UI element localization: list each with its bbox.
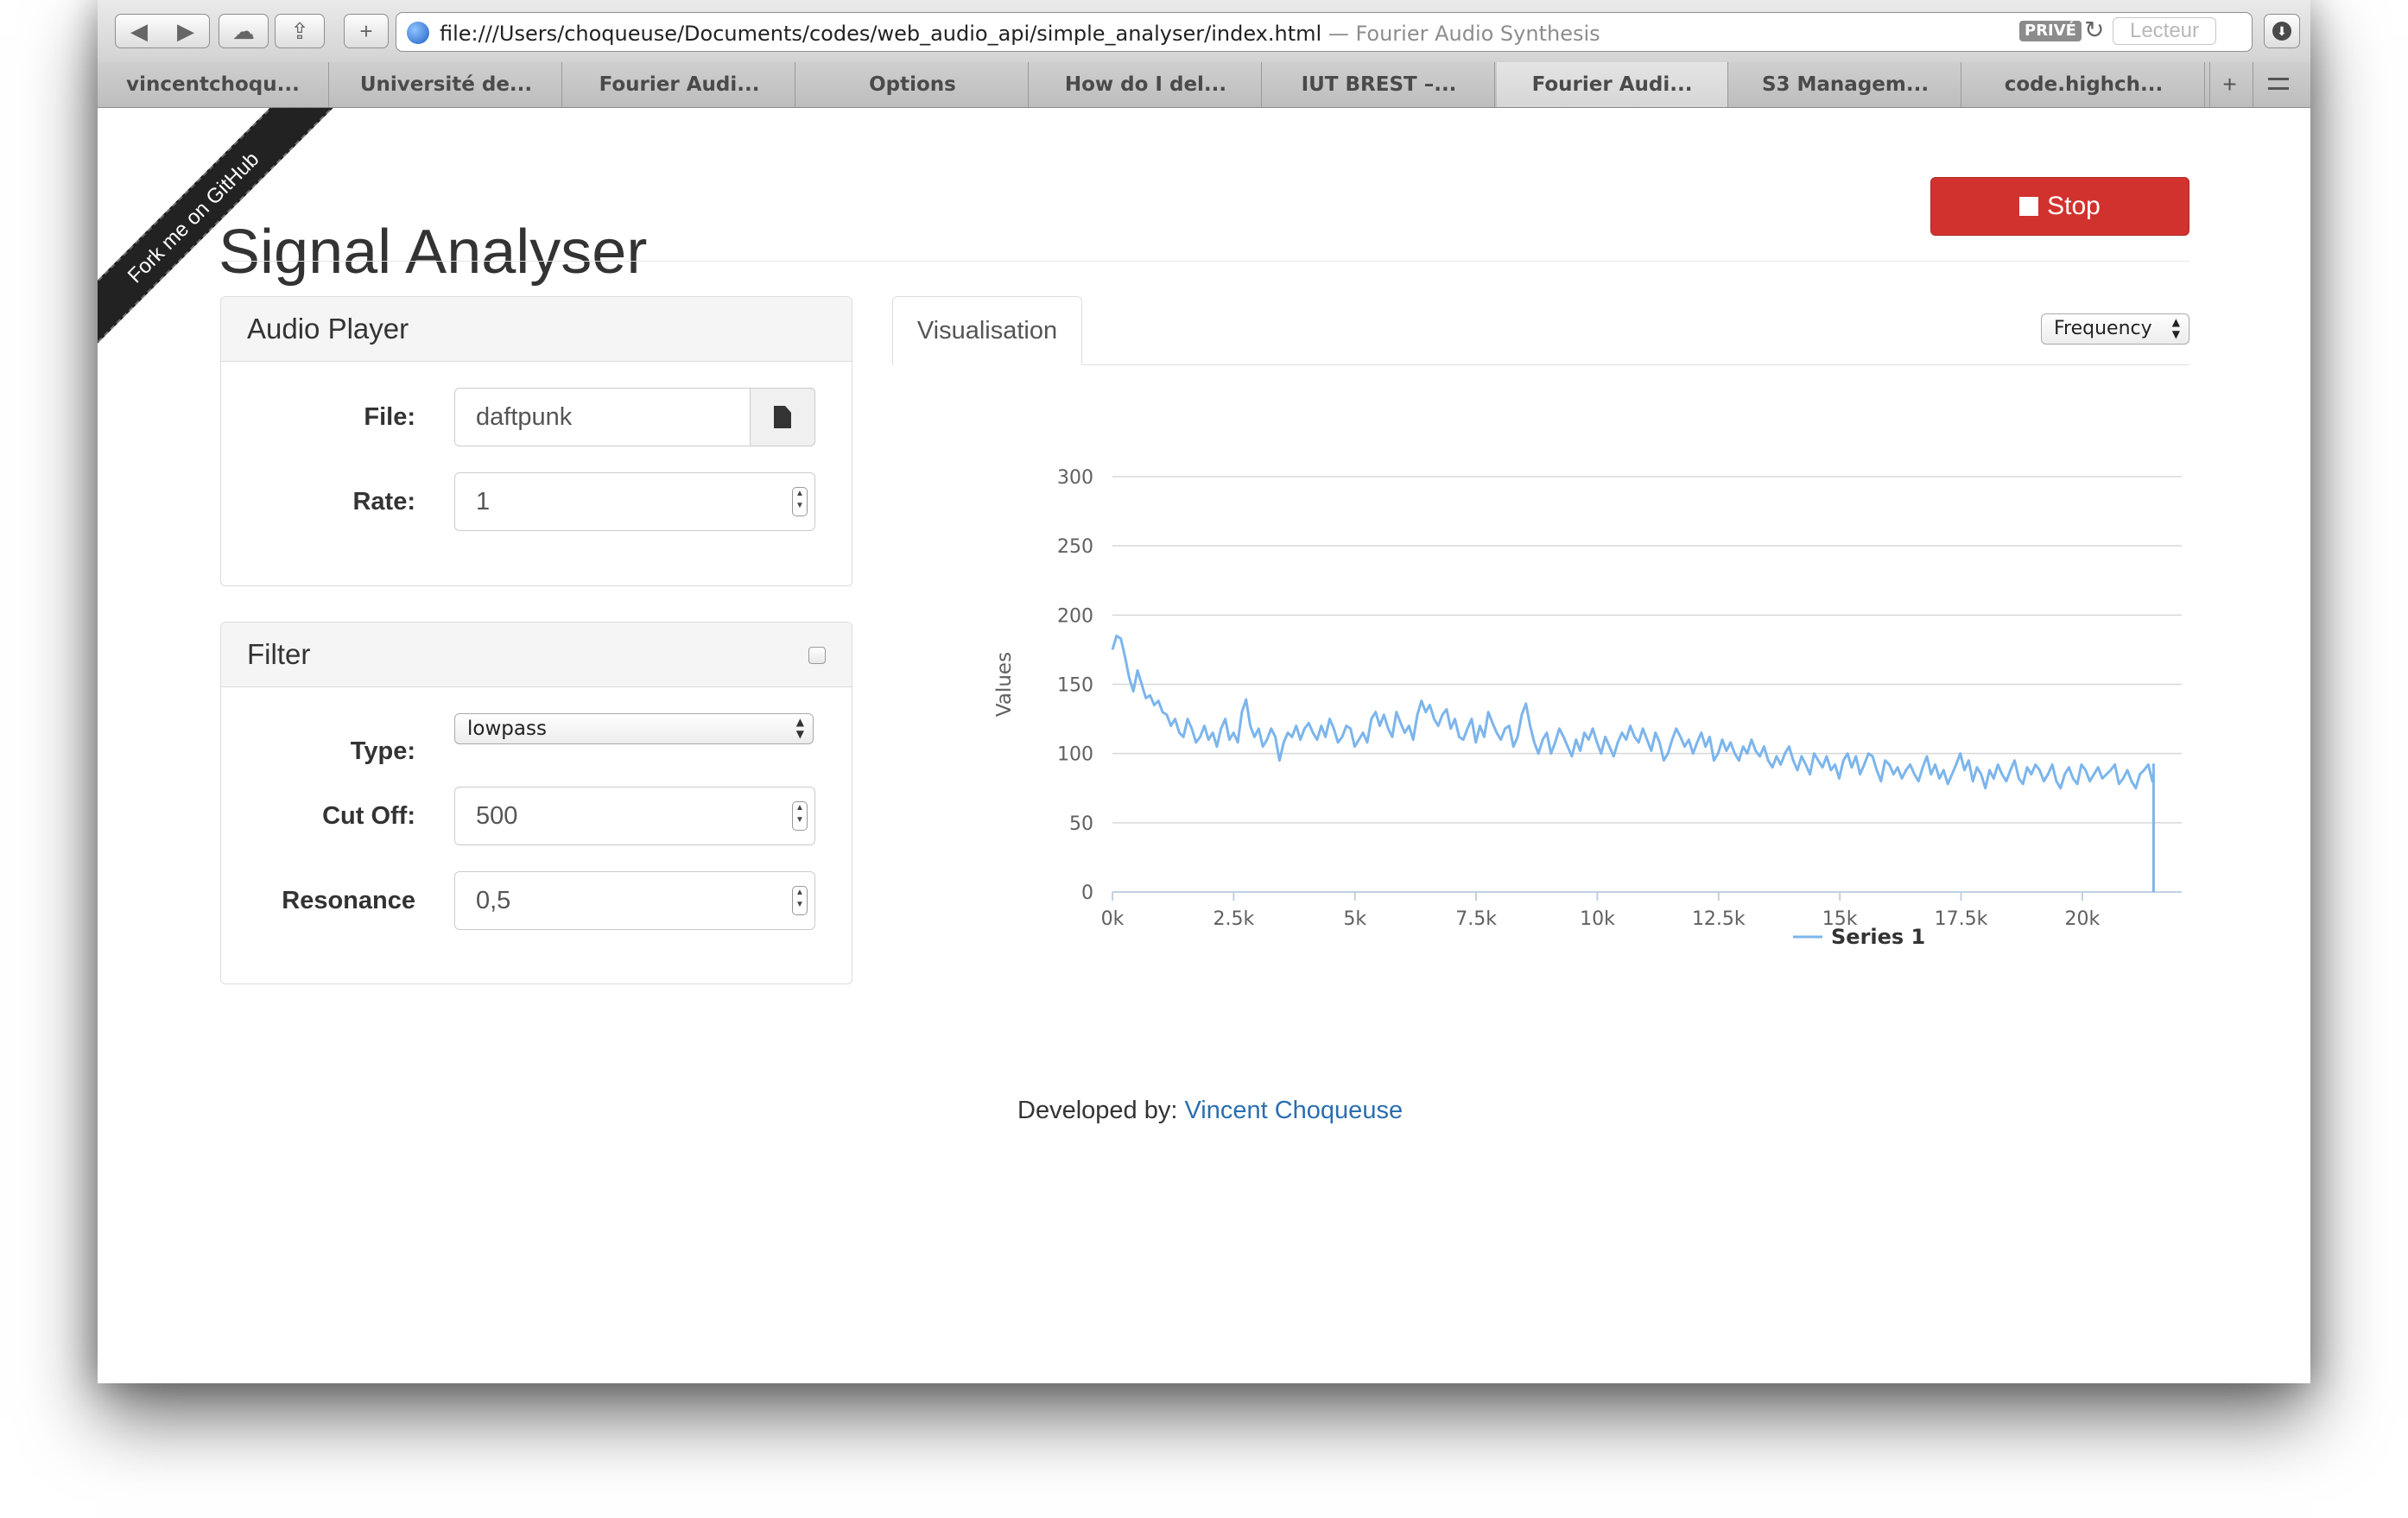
x-tick-label: 7.5k (1455, 908, 1497, 930)
filter-panel: Filter Type: lowpass ▲ ▼ Cut Off: 500 ▲ ▼ … (220, 622, 852, 984)
credit-prefix: Developed by: (1017, 1097, 1185, 1124)
legend-label: Series 1 (1831, 925, 1925, 949)
type-label: Type: (350, 737, 415, 765)
tab-3[interactable]: Fourier Audi... (564, 62, 795, 107)
file-icon (774, 406, 791, 428)
filter-type-select[interactable]: lowpass ▲ ▼ (454, 713, 814, 744)
back-forward-buttons[interactable]: ◀ ▶ (115, 14, 210, 48)
tab-6[interactable]: IUT BREST –... (1264, 62, 1495, 107)
page-title: Signal Analyser (219, 218, 648, 288)
plus-icon: + (359, 17, 373, 44)
tab-7-active[interactable]: Fourier Audi... (1497, 62, 1728, 107)
x-tick-label: 10k (1580, 908, 1615, 930)
back-icon[interactable]: ◀ (116, 18, 162, 45)
filter-heading-text: Filter (247, 638, 311, 670)
x-tick-label: 20k (2065, 908, 2101, 930)
y-tick-label: 0 (1081, 882, 1093, 904)
y-tick-label: 50 (1069, 813, 1093, 835)
stop-label: Stop (2047, 192, 2101, 220)
visualisation-mode-select[interactable]: Frequency ▲ ▼ (2041, 313, 2189, 345)
new-tab-button[interactable]: + (344, 14, 389, 48)
icloud-tabs-button[interactable]: ☁ (219, 14, 269, 48)
select-arrows-icon: ▲ ▼ (795, 716, 804, 740)
y-tick-label: 300 (1057, 467, 1093, 489)
tab-5[interactable]: How do I del... (1030, 62, 1262, 107)
tab-visualisation[interactable]: Visualisation (892, 296, 1082, 365)
url-text: file:///Users/choqueuse/Documents/codes/… (440, 22, 1322, 46)
footer-credit: Developed by: Vincent Choqueuse (1017, 1097, 1403, 1125)
rate-stepper[interactable]: ▲ ▼ (792, 487, 808, 516)
header-divider (219, 261, 2189, 262)
series-line (1111, 634, 2155, 892)
audio-player-panel: Audio Player File: daftpunk Rate: 1 ▲ ▼ (220, 296, 852, 586)
download-icon: ⬇ (2272, 22, 2291, 41)
frequency-chart: 0501001502002503000k 2.5k 5k 7.5k 10k 12.5k 15… (993, 467, 2182, 949)
x-tick-label: 12.5k (1692, 908, 1746, 930)
reader-button[interactable]: Lecteur (2113, 17, 2216, 45)
file-value: daftpunk (476, 403, 573, 431)
cutoff-input[interactable]: 500 ▲ ▼ (454, 787, 815, 845)
tab-overview-button[interactable] (2253, 62, 2305, 107)
cutoff-stepper[interactable]: ▲ ▼ (792, 801, 808, 831)
x-tick-label: 5k (1343, 908, 1366, 930)
visualisation-tab-border (892, 364, 2189, 365)
audio-player-heading: Audio Player (221, 297, 852, 362)
select-arrows-icon: ▲ ▼ (2171, 316, 2180, 340)
resonance-value: 0,5 (476, 887, 511, 914)
file-label: File: (364, 403, 415, 431)
filter-type-value: lowpass (467, 718, 547, 740)
x-tick-label: 17.5k (1935, 908, 1988, 930)
cutoff-value: 500 (476, 802, 518, 830)
browser-toolbar: ◀ ▶ ☁ ⇪ + file:///Users/choqueuse/Docume… (98, 0, 2310, 63)
rate-input[interactable]: 1 ▲ ▼ (454, 472, 815, 531)
tab-4[interactable]: Options (797, 62, 1029, 107)
cloud-icon: ☁ (232, 17, 255, 44)
address-bar[interactable]: file:///Users/choqueuse/Documents/codes/… (396, 12, 2253, 52)
tab-1[interactable]: vincentchoqu... (98, 62, 329, 107)
visualisation-mode-value: Frequency (2054, 318, 2152, 339)
stop-icon (2019, 197, 2039, 216)
filter-enable-checkbox[interactable] (808, 647, 826, 664)
filter-heading: Filter (221, 623, 852, 687)
file-input[interactable]: daftpunk (454, 388, 815, 446)
tab-9[interactable]: code.highch... (1963, 62, 2205, 107)
rate-value: 1 (476, 488, 491, 515)
resonance-stepper[interactable]: ▲ ▼ (792, 886, 808, 915)
tab-8[interactable]: S3 Managem... (1730, 62, 1961, 107)
file-browse-button[interactable] (750, 388, 815, 446)
y-axis-title: Values (993, 652, 1016, 717)
y-tick-label: 100 (1057, 744, 1093, 766)
share-button[interactable]: ⇪ (275, 14, 325, 48)
tab-list-icon (2268, 78, 2289, 90)
tab-2[interactable]: Université de... (331, 62, 562, 107)
page-content: Fork me on GitHub Signal Analyser Stop A… (98, 108, 2310, 1383)
resonance-input[interactable]: 0,5 ▲ ▼ (454, 871, 815, 930)
globe-icon (407, 22, 429, 44)
downloads-button[interactable]: ⬇ (2264, 14, 2300, 48)
add-tab-icon[interactable]: + (2209, 62, 2249, 107)
author-link[interactable]: Vincent Choqueuse (1184, 1097, 1403, 1124)
stop-button[interactable]: Stop (1930, 177, 2189, 236)
x-tick-label: 0k (1101, 908, 1125, 930)
browser-window: ◀ ▶ ☁ ⇪ + file:///Users/choqueuse/Docume… (98, 0, 2310, 1383)
x-tick-label: 2.5k (1213, 908, 1254, 930)
y-tick-label: 250 (1057, 536, 1093, 558)
forward-icon[interactable]: ▶ (162, 18, 209, 45)
share-icon: ⇪ (290, 17, 309, 44)
resonance-label: Resonance (282, 887, 415, 914)
address-page-title: — Fourier Audio Synthesis (1328, 22, 1600, 46)
rate-label: Rate: (352, 488, 415, 515)
tab-bar: vincentchoqu... Université de... Fourier… (98, 62, 2310, 108)
private-badge: PRIVÉ (2019, 21, 2082, 41)
address-text[interactable]: file:///Users/choqueuse/Documents/codes/… (440, 22, 1600, 46)
y-tick-label: 150 (1057, 675, 1093, 697)
cutoff-label: Cut Off: (322, 802, 415, 830)
reload-icon[interactable]: ↻ (2084, 16, 2104, 44)
y-tick-label: 200 (1057, 605, 1093, 627)
